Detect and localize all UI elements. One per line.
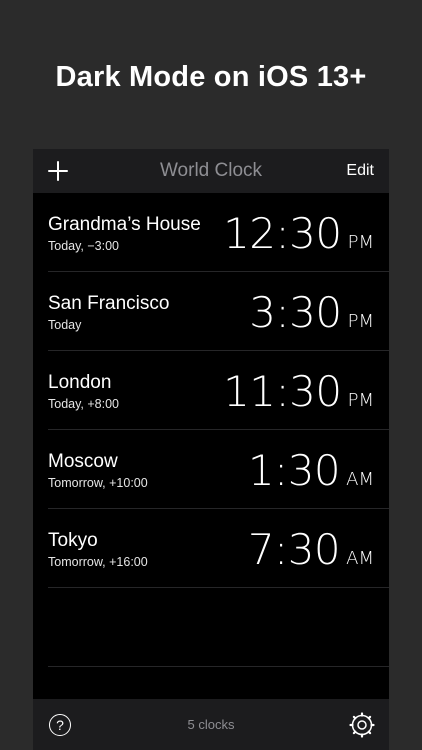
time-value: 7:30: [247, 525, 341, 574]
am-pm-label: AM: [346, 548, 374, 569]
city-name: London: [48, 372, 112, 393]
time-value: 11:30: [223, 367, 342, 416]
time-offset: Tomorrow, +16:00: [48, 555, 148, 569]
promo-banner: Dark Mode on iOS 13+: [0, 0, 422, 150]
clock-row[interactable]: Moscow Tomorrow, +10:00 1:30 AM: [48, 430, 389, 509]
city-name: Tokyo: [48, 530, 98, 551]
clock-count: 5 clocks: [187, 717, 235, 732]
time-value: 12:30: [223, 209, 342, 258]
city-name: Moscow: [48, 451, 118, 472]
time-value: 1:30: [247, 446, 341, 495]
clock-time: 12:30 PM: [223, 209, 374, 258]
plus-icon[interactable]: [47, 160, 69, 182]
clock-time: 3:30 PM: [249, 288, 374, 337]
am-pm-label: PM: [347, 311, 374, 332]
bottom-toolbar: ? 5 clocks: [33, 699, 389, 750]
time-value: 3:30: [249, 288, 342, 337]
city-name: San Francisco: [48, 293, 170, 314]
am-pm-label: PM: [347, 232, 374, 253]
edit-button[interactable]: Edit: [346, 162, 374, 180]
clock-row[interactable]: Tokyo Tomorrow, +16:00 7:30 AM: [48, 509, 389, 588]
banner-title: Dark Mode on iOS 13+: [55, 60, 367, 93]
clock-time: 1:30 AM: [248, 446, 374, 495]
time-offset: Today, −3:00: [48, 239, 120, 253]
city-name: Grandma’s House: [48, 214, 201, 235]
time-offset: Today, +8:00: [48, 397, 120, 411]
gear-icon[interactable]: [349, 712, 375, 738]
clock-row[interactable]: Grandma’s House Today, −3:00 12:30 PM: [48, 193, 389, 272]
time-offset: Tomorrow, +10:00: [48, 476, 148, 490]
clock-time: 11:30 PM: [223, 367, 374, 416]
nav-title: World Clock: [159, 160, 263, 181]
clock-time: 7:30 AM: [248, 525, 374, 574]
clock-row[interactable]: London Today, +8:00 11:30 PM: [48, 351, 389, 430]
navigation-bar: World Clock Edit: [33, 149, 389, 193]
empty-row: [48, 588, 389, 667]
help-icon[interactable]: ?: [49, 714, 71, 736]
clock-row[interactable]: San Francisco Today 3:30 PM: [48, 272, 389, 351]
app-screen: World Clock Edit Grandma’s House Today, …: [33, 149, 389, 750]
am-pm-label: PM: [347, 390, 374, 411]
am-pm-label: AM: [346, 469, 374, 490]
time-offset: Today: [48, 318, 82, 332]
clock-list: Grandma’s House Today, −3:00 12:30 PM Sa…: [33, 193, 389, 667]
